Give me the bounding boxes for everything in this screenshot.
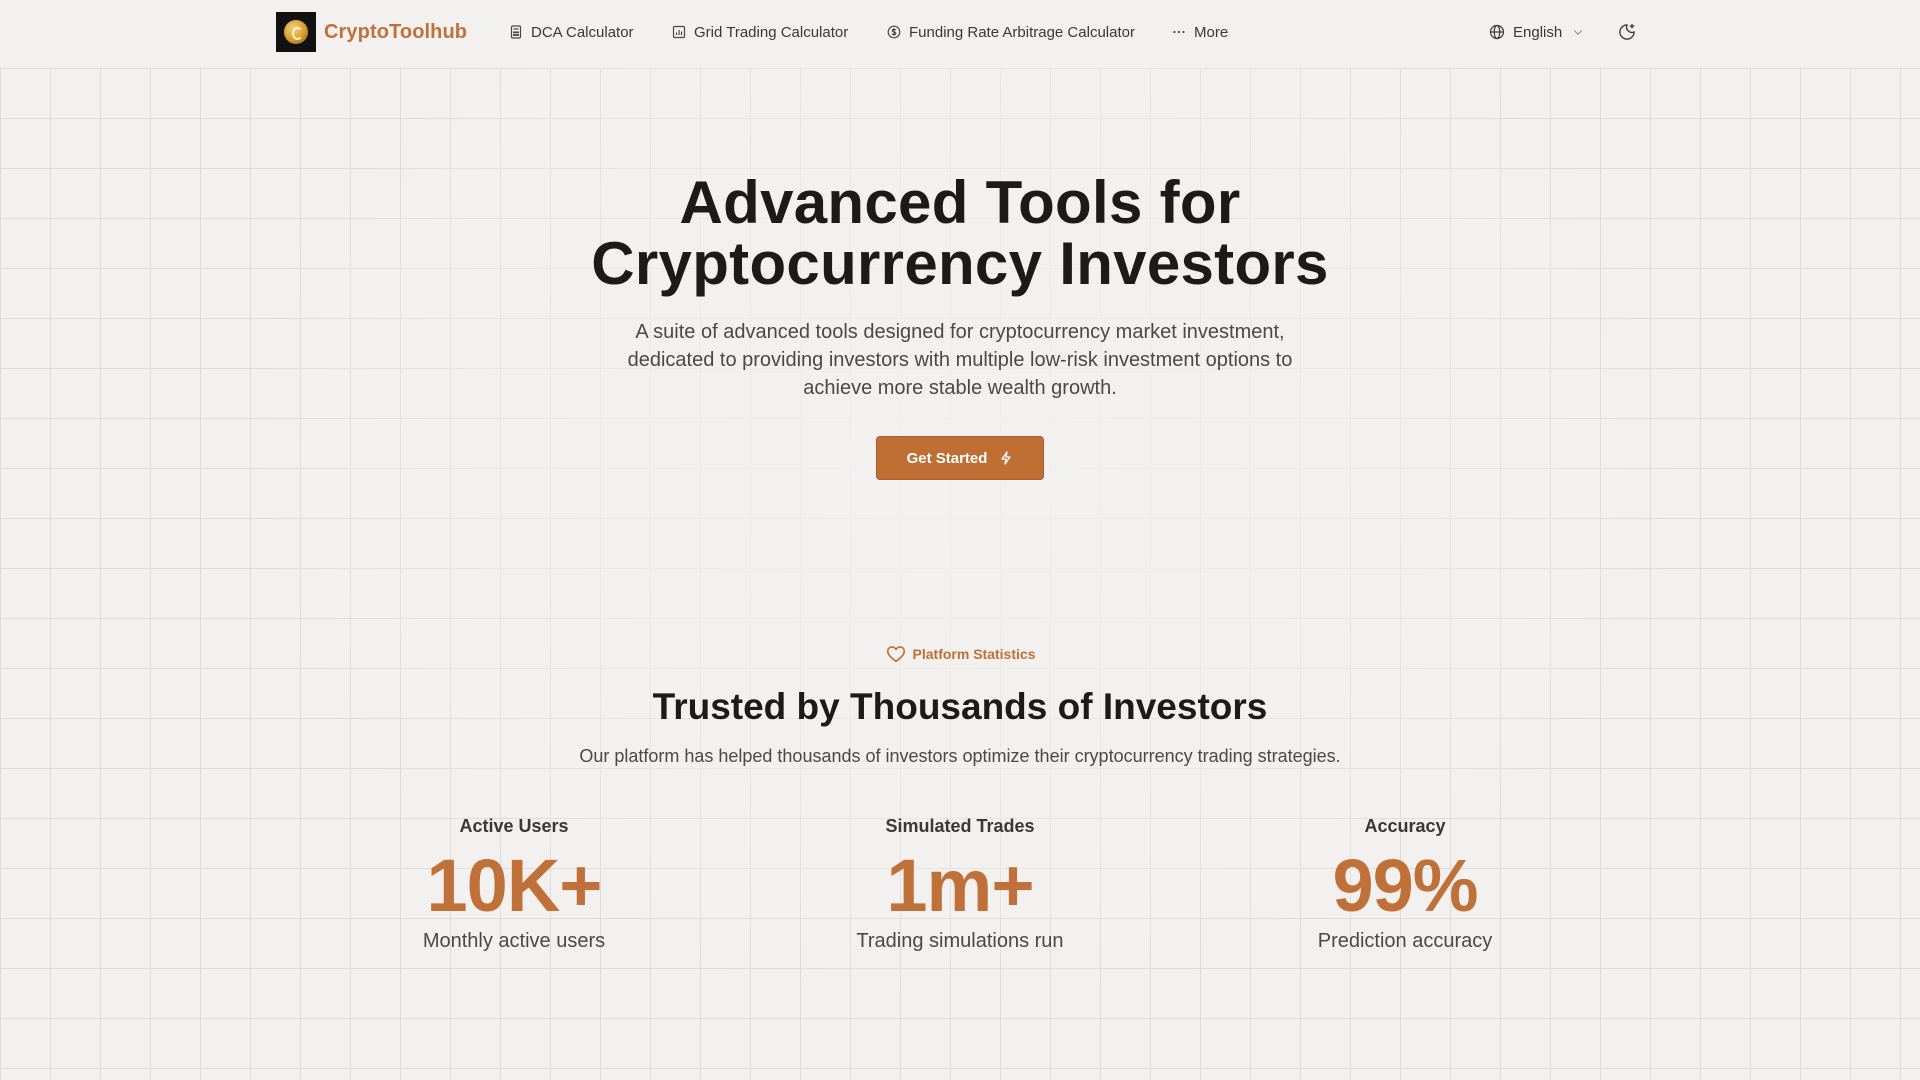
- top-navigation-bar: CryptoToolhub DCA Calculator Grid Tradin…: [0, 0, 1920, 68]
- hero-title: Advanced Tools for Cryptocurrency Invest…: [0, 172, 1920, 294]
- brand-home-link[interactable]: CryptoToolhub: [276, 12, 467, 52]
- hero-subtitle: A suite of advanced tools designed for c…: [590, 318, 1330, 402]
- stat-label: Active Users: [459, 816, 569, 836]
- nav-item-label: Grid Trading Calculator: [694, 23, 849, 41]
- stat-description: Prediction accuracy: [1317, 930, 1493, 952]
- stat-accuracy: Accuracy 99% Prediction accuracy: [1245, 816, 1565, 953]
- dollar-circle-icon: [887, 25, 901, 39]
- nav-item-label: Funding Rate Arbitrage Calculator: [909, 23, 1135, 41]
- stat-value: 99%: [1332, 844, 1478, 927]
- get-started-label: Get Started: [906, 449, 988, 467]
- nav-item-label: More: [1194, 23, 1229, 41]
- hero-subtitle-line: achieve more stable wealth growth.: [803, 377, 1117, 399]
- language-label: English: [1513, 23, 1563, 41]
- nav-item-grid-trading-calculator[interactable]: Grid Trading Calculator: [672, 24, 848, 41]
- stat-value: 10K+: [426, 844, 603, 927]
- language-switcher[interactable]: English: [1489, 24, 1584, 41]
- nav-item-dca-calculator-wrap: DCA Calculator: [509, 20, 634, 44]
- hero-subtitle-line: dedicated to providing investors with mu…: [627, 349, 1293, 371]
- coin-icon: [284, 20, 308, 44]
- stat-simulated-trades: Simulated Trades 1m+ Trading simulations…: [800, 816, 1120, 953]
- chevron-down-icon: [1574, 30, 1583, 35]
- calculator-icon: [510, 25, 522, 39]
- platform-statistics-badge: Platform Statistics: [885, 643, 1036, 665]
- chart-icon: [672, 25, 686, 39]
- stat-value: 1m+: [886, 844, 1034, 927]
- brand-logo: [276, 12, 316, 52]
- hero-title-line: Cryptocurrency Investors: [591, 230, 1329, 297]
- nav-item-funding-rate-wrap: Funding Rate Arbitrage Calculator: [887, 20, 1135, 44]
- language-switcher-wrap: English: [1489, 18, 1584, 46]
- heart-icon: [886, 646, 905, 663]
- hero-section: Advanced Tools for Cryptocurrency Invest…: [0, 172, 1920, 480]
- stat-label: Simulated Trades: [885, 816, 1035, 836]
- platform-statistics-label: Platform Statistics: [912, 646, 1036, 662]
- platform-statistics-section: Platform Statistics Trusted by Thousands…: [0, 643, 1920, 767]
- get-started-button[interactable]: Get Started: [876, 436, 1044, 480]
- stat-label: Accuracy: [1364, 816, 1446, 836]
- theme-toggle-button[interactable]: [1615, 20, 1639, 44]
- nav-item-dca-calculator[interactable]: DCA Calculator: [509, 24, 634, 41]
- ellipsis-icon: [1173, 30, 1185, 34]
- nav-item-label: DCA Calculator: [531, 23, 634, 41]
- stats-subtitle: Our platform has helped thousands of inv…: [579, 746, 1341, 766]
- stats-title: Trusted by Thousands of Investors: [652, 686, 1268, 727]
- lightning-icon: [1001, 451, 1012, 465]
- nav-item-funding-rate-arbitrage-calculator[interactable]: Funding Rate Arbitrage Calculator: [887, 24, 1135, 41]
- brand-name: CryptoToolhub: [324, 20, 468, 43]
- stat-description: Trading simulations run: [856, 930, 1064, 952]
- stat-description: Monthly active users: [422, 930, 606, 952]
- hero-title-line: Advanced Tools for: [679, 169, 1241, 236]
- nav-item-more[interactable]: More: [1172, 24, 1228, 41]
- nav-item-grid-trading-wrap: Grid Trading Calculator: [672, 20, 848, 44]
- nav-item-more-wrap: More: [1172, 20, 1228, 44]
- moon-sparkle-icon: [1619, 23, 1635, 40]
- hero-subtitle-line: A suite of advanced tools designed for c…: [635, 321, 1285, 343]
- stat-active-users: Active Users 10K+ Monthly active users: [354, 816, 674, 953]
- globe-icon: [1489, 24, 1505, 40]
